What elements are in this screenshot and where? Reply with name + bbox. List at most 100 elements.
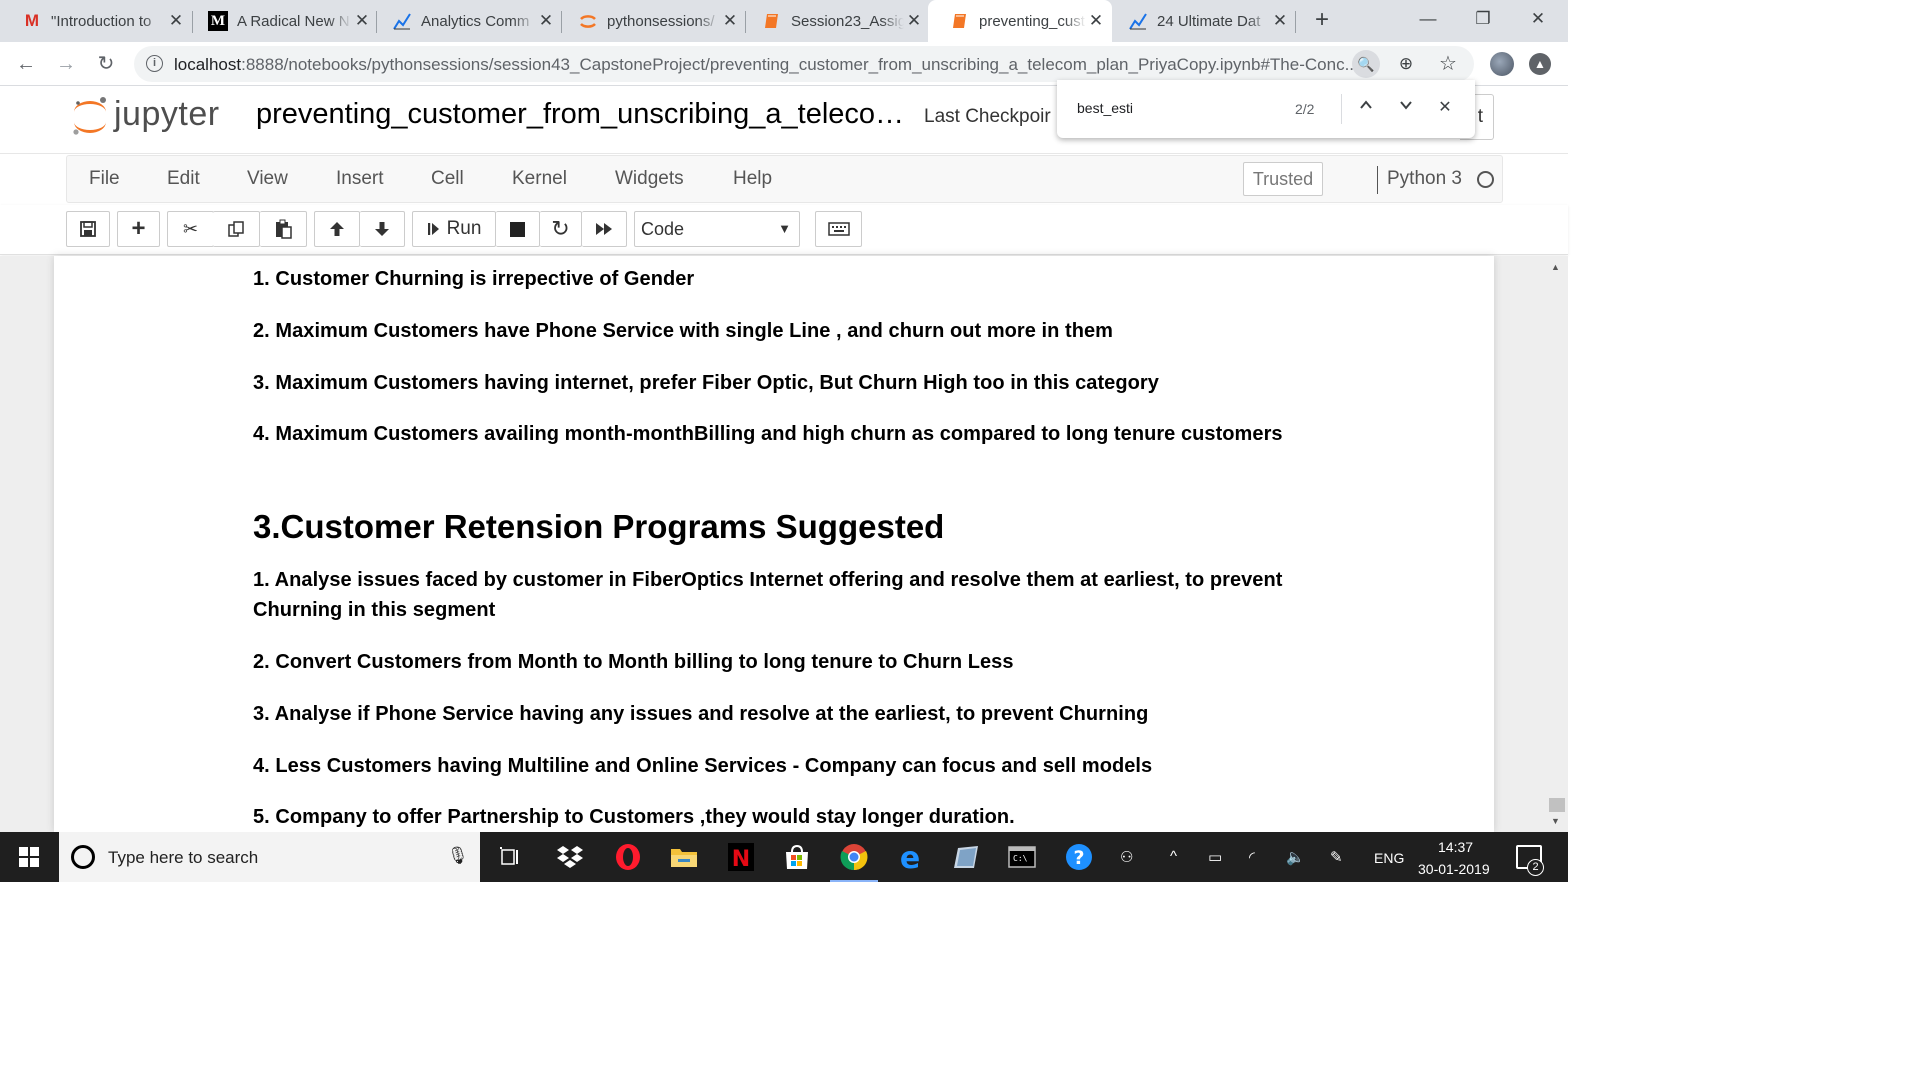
- start-button[interactable]: [0, 832, 58, 882]
- program-item: 4. Less Customers having Multiline and O…: [253, 755, 1153, 777]
- find-in-page-icon[interactable]: 🔍: [1352, 50, 1380, 78]
- kernel-name[interactable]: Python 3: [1387, 168, 1462, 190]
- close-tab-icon[interactable]: ✕: [1086, 11, 1106, 31]
- clock-date[interactable]: 30-01-2019: [1418, 861, 1490, 877]
- battery-icon[interactable]: ▭: [1208, 848, 1222, 866]
- zoom-icon[interactable]: ⊕: [1392, 50, 1420, 78]
- scrollbar-thumb[interactable]: [1549, 798, 1565, 812]
- close-tab-icon[interactable]: ✕: [904, 11, 924, 31]
- profile-avatar[interactable]: [1490, 52, 1514, 76]
- find-previous-icon[interactable]: [1354, 96, 1378, 120]
- section-heading: 3.Customer Retension Programs Suggested: [253, 508, 945, 545]
- run-label: Run: [446, 218, 482, 239]
- browser-tab[interactable]: M A Radical New N ✕: [186, 0, 378, 42]
- restart-run-all-button[interactable]: [582, 211, 627, 247]
- close-tab-icon[interactable]: ✕: [166, 11, 186, 31]
- netflix-icon[interactable]: N: [725, 841, 757, 873]
- scroll-up-arrow-icon[interactable]: ▲: [1551, 262, 1560, 272]
- find-input[interactable]: best_esti: [1077, 100, 1133, 116]
- back-arrow-icon[interactable]: ←: [12, 50, 40, 78]
- insert-cell-below-button[interactable]: +: [117, 211, 160, 247]
- move-cell-up-button[interactable]: [314, 211, 360, 247]
- kernel-idle-indicator-icon: [1477, 171, 1494, 188]
- menu-cell[interactable]: Cell: [431, 168, 464, 190]
- menu-insert[interactable]: Insert: [336, 168, 384, 190]
- menu-widgets[interactable]: Widgets: [615, 168, 684, 190]
- volume-icon[interactable]: 🔈: [1286, 848, 1305, 866]
- scroll-down-arrow-icon[interactable]: ▼: [1551, 816, 1560, 826]
- restart-kernel-button[interactable]: ↻: [540, 211, 582, 247]
- forward-arrow-icon[interactable]: →: [52, 50, 80, 78]
- extension-icon[interactable]: ▲: [1529, 53, 1551, 75]
- dropbox-icon[interactable]: [554, 841, 586, 873]
- find-close-icon[interactable]: ✕: [1433, 96, 1457, 120]
- close-tab-icon[interactable]: ✕: [1270, 11, 1290, 31]
- wifi-icon[interactable]: ◜: [1249, 848, 1255, 866]
- browser-tab[interactable]: Analytics Comm ✕: [370, 0, 562, 42]
- browser-tab-active[interactable]: preventing_cust ✕: [928, 0, 1112, 42]
- microsoft-store-icon[interactable]: [781, 841, 813, 873]
- svg-text:?: ?: [1073, 847, 1084, 869]
- task-view-icon[interactable]: [494, 841, 526, 873]
- move-cell-down-button[interactable]: [360, 211, 405, 247]
- find-match-count: 2/2: [1295, 101, 1315, 117]
- address-bar[interactable]: i localhost:8888/notebooks/pythonsession…: [134, 46, 1474, 82]
- cut-cells-button[interactable]: ✂: [167, 211, 214, 247]
- trusted-notebook-indicator[interactable]: Trusted: [1243, 162, 1323, 196]
- tab-title: preventing_cust: [979, 12, 1085, 30]
- plus-icon: +: [131, 215, 146, 242]
- browser-tab[interactable]: Session23_Assig ✕: [740, 0, 930, 42]
- pen-icon[interactable]: ✎: [1330, 848, 1343, 866]
- clock-time[interactable]: 14:37: [1438, 839, 1473, 855]
- paste-cells-button[interactable]: [260, 211, 307, 247]
- edge-icon[interactable]: e: [894, 841, 926, 873]
- notes-app-icon[interactable]: [950, 841, 982, 873]
- close-window-icon[interactable]: ✕: [1518, 4, 1558, 34]
- microphone-icon[interactable]: 🎙: [447, 846, 469, 866]
- jupyter-icon: [578, 11, 598, 31]
- command-prompt-icon[interactable]: C:\: [1006, 841, 1038, 873]
- menu-edit[interactable]: Edit: [167, 168, 200, 190]
- notebook-page[interactable]: 1. Customer Churning is irrepective of G…: [54, 256, 1494, 832]
- copy-cells-button[interactable]: [213, 211, 260, 247]
- svg-text:C:\: C:\: [1013, 854, 1028, 863]
- cell-type-select[interactable]: Code ▼: [634, 211, 800, 247]
- chevron-up-icon[interactable]: ^: [1170, 848, 1177, 865]
- close-tab-icon[interactable]: ✕: [352, 11, 372, 31]
- step-forward-icon: [427, 223, 439, 235]
- menu-file[interactable]: File: [89, 168, 120, 190]
- url-text[interactable]: localhost:8888/notebooks/pythonsessions/…: [174, 55, 1354, 75]
- find-next-icon[interactable]: [1394, 96, 1418, 120]
- notebook-icon: [950, 11, 970, 31]
- interrupt-kernel-button[interactable]: [496, 211, 540, 247]
- command-palette-button[interactable]: [815, 211, 862, 247]
- restore-window-icon[interactable]: ❐: [1463, 4, 1503, 34]
- help-icon[interactable]: ?: [1063, 841, 1095, 873]
- site-info-icon[interactable]: i: [146, 55, 163, 72]
- input-language[interactable]: ENG: [1374, 850, 1404, 866]
- tab-title: A Radical New N: [237, 12, 350, 30]
- save-button[interactable]: [66, 211, 110, 247]
- menu-help[interactable]: Help: [733, 168, 772, 190]
- close-tab-icon[interactable]: ✕: [536, 11, 556, 31]
- reload-icon[interactable]: ↻: [92, 50, 120, 78]
- run-cell-button[interactable]: Run: [412, 211, 496, 247]
- taskbar-search-box[interactable]: Type here to search 🎙: [59, 832, 480, 882]
- opera-icon[interactable]: [612, 841, 644, 873]
- bookmark-star-icon[interactable]: ☆: [1434, 50, 1462, 78]
- browser-tab[interactable]: pythonsessions/ ✕: [556, 0, 746, 42]
- save-icon: [80, 221, 96, 237]
- notebook-title[interactable]: preventing_customer_from_unscribing_a_te…: [256, 98, 904, 131]
- browser-tab[interactable]: M "Introduction to ✕: [0, 0, 192, 42]
- chrome-icon[interactable]: [830, 841, 878, 882]
- minimize-window-icon[interactable]: —: [1408, 4, 1448, 34]
- menu-kernel[interactable]: Kernel: [512, 168, 567, 190]
- jupyter-logo-icon[interactable]: [70, 94, 110, 138]
- people-icon[interactable]: ⚇: [1120, 848, 1133, 866]
- menu-view[interactable]: View: [247, 168, 288, 190]
- new-tab-button[interactable]: +: [1308, 6, 1336, 34]
- browser-tab[interactable]: 24 Ultimate Dat ✕: [1106, 0, 1296, 42]
- jupyter-wordmark[interactable]: jupyter: [114, 95, 220, 134]
- close-tab-icon[interactable]: ✕: [720, 11, 740, 31]
- file-explorer-icon[interactable]: [668, 841, 700, 873]
